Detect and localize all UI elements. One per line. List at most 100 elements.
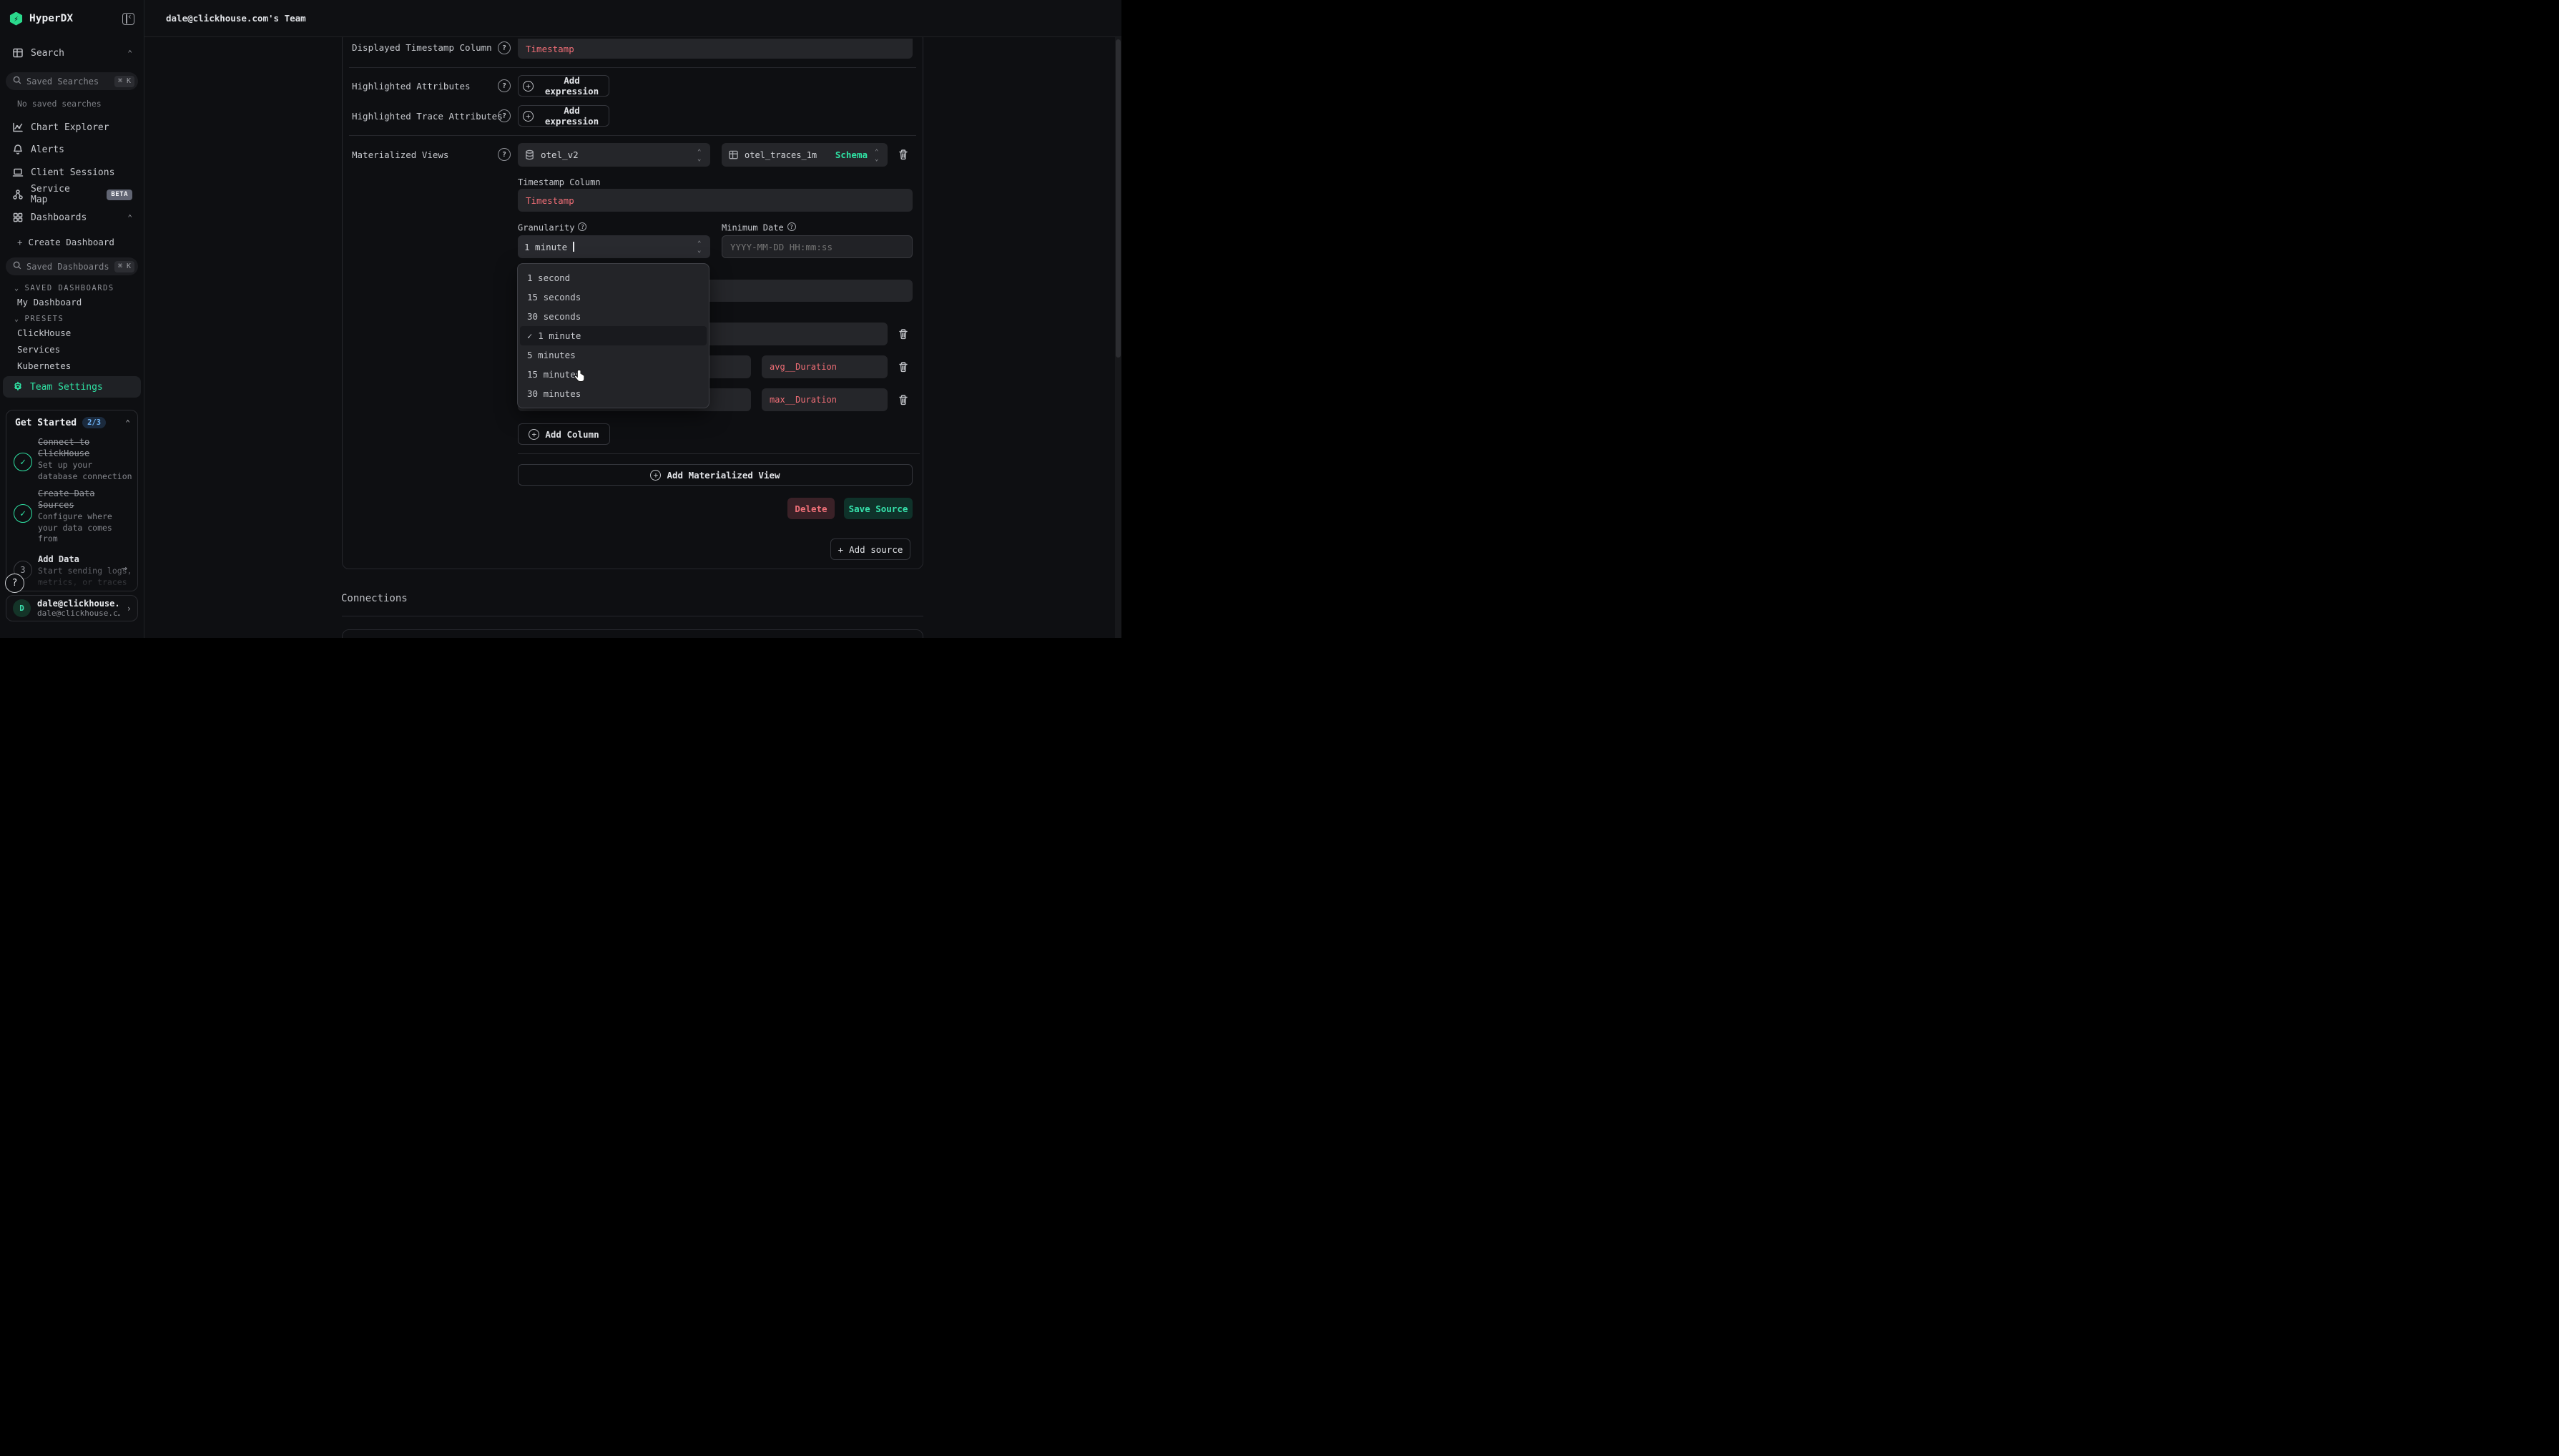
highlighted-trace-attributes-label: Highlighted Trace Attributes [352, 111, 503, 122]
saved-dashboards-input-wrap[interactable]: ⌘ K [6, 257, 138, 275]
progress-badge: 2/3 [82, 417, 106, 428]
add-materialized-view-button[interactable]: + Add Materialized View [518, 464, 913, 486]
check-circle-icon: ✓ [14, 504, 32, 523]
sidebar-collapse-icon[interactable] [122, 13, 134, 25]
dashboards-icon [11, 212, 24, 224]
add-column-button[interactable]: + Add Column [518, 423, 610, 445]
help-circle-icon[interactable]: ? [498, 148, 511, 161]
laptop-icon [11, 167, 24, 179]
scrollbar-thumb[interactable] [1116, 39, 1121, 358]
sidebar-item-clickhouse[interactable]: ClickHouse [17, 328, 71, 338]
beta-badge: BETA [107, 190, 132, 200]
presets-section-header[interactable]: ⌄ PRESETS [14, 315, 64, 323]
service-map-icon [11, 189, 24, 201]
delete-column-trash-icon[interactable] [898, 394, 909, 406]
get-started-item-sources[interactable]: ✓ Create Data Sources Configure where yo… [14, 488, 133, 545]
database-value: otel_v2 [541, 149, 579, 160]
help-circle-icon[interactable]: ? [498, 109, 511, 122]
scrollbar[interactable] [1115, 37, 1121, 638]
info-icon[interactable]: ? [578, 222, 586, 231]
sidebar-item-service-map[interactable]: Service Map BETA [0, 186, 144, 203]
sidebar-item-client-sessions[interactable]: Client Sessions [0, 164, 144, 181]
info-icon[interactable]: ? [787, 222, 796, 231]
saved-dashboards-section-header[interactable]: ⌄ SAVED DASHBOARDS [14, 284, 114, 292]
chevron-down-icon: ⌄ [14, 315, 20, 323]
table-select[interactable]: otel_traces_1m Schema [722, 143, 888, 167]
sidebar-item-search[interactable]: Search ⌃ [0, 44, 144, 62]
search-table-icon [11, 47, 24, 59]
dropdown-option[interactable]: 15 seconds [518, 287, 709, 307]
select-chevrons-icon [875, 150, 881, 160]
saved-dashboards-input[interactable] [26, 262, 109, 272]
column-alias-input[interactable]: max__Duration [762, 388, 888, 411]
select-chevrons-icon [697, 150, 704, 160]
granularity-label: Granularity? [518, 222, 586, 233]
chevron-up-icon: ⌃ [125, 418, 130, 428]
add-source-button[interactable]: + Add source [830, 538, 910, 560]
circle-plus-icon: + [529, 429, 539, 440]
shortcut-badge: ⌘ K [114, 261, 134, 272]
check-circle-icon: ✓ [14, 453, 32, 471]
get-started-header[interactable]: Get Started 2/3 ⌃ [15, 417, 130, 428]
dropdown-option[interactable]: 15 minutes [518, 365, 709, 384]
timestamp-column-label: Timestamp Column [518, 177, 601, 187]
help-button[interactable]: ? [5, 574, 24, 593]
plus-icon: + [838, 544, 844, 555]
sidebar-item-my-dashboard[interactable]: My Dashboard [17, 297, 82, 308]
create-dashboard-button[interactable]: + Create Dashboard [17, 237, 114, 247]
hyperdx-app: ⚡ HyperDX Search ⌃ ⌘ K No saved searches… [0, 0, 1121, 638]
dropdown-option[interactable]: 30 minutes [518, 384, 709, 403]
sidebar-item-label: Chart Explorer [31, 122, 109, 133]
no-saved-searches-text: No saved searches [17, 99, 102, 109]
database-select[interactable]: otel_v2 [518, 143, 710, 167]
dropdown-option-selected[interactable]: ✓ 1 minute [520, 326, 707, 345]
sidebar-item-label: Dashboards [31, 212, 87, 223]
timestamp-column-input[interactable]: Timestamp [518, 189, 913, 212]
add-expression-button[interactable]: + Add expression [518, 75, 609, 97]
minimum-date-input[interactable] [722, 235, 913, 258]
logo-row: ⚡ HyperDX [0, 0, 144, 37]
dropdown-option[interactable]: 30 seconds [518, 307, 709, 326]
get-started-title: Get Started [15, 418, 77, 428]
displayed-timestamp-label: Displayed Timestamp Column [352, 42, 492, 53]
team-settings-label: Team Settings [30, 382, 103, 393]
sidebar-item-chart-explorer[interactable]: Chart Explorer [0, 119, 144, 136]
displayed-timestamp-input[interactable]: Timestamp [518, 39, 913, 59]
saved-searches-input-wrap[interactable]: ⌘ K [6, 72, 138, 90]
sidebar-item-label: Service Map [31, 184, 89, 205]
chevron-up-icon: ⌃ [127, 213, 132, 222]
save-source-button[interactable]: Save Source [844, 498, 913, 519]
avatar: D [13, 599, 31, 617]
circle-plus-icon: + [523, 81, 534, 92]
get-started-item-connect[interactable]: ✓ Connect to ClickHouse Set up your data… [14, 436, 133, 482]
sidebar-item-kubernetes[interactable]: Kubernetes [17, 360, 71, 371]
connections-card [342, 629, 923, 638]
sidebar-item-dashboards[interactable]: Dashboards ⌃ [0, 209, 144, 226]
divider [349, 67, 916, 68]
help-circle-icon[interactable]: ? [498, 41, 511, 54]
text-caret [573, 242, 574, 252]
user-menu[interactable]: D dale@clickhouse.… dale@clickhouse.c… › [6, 595, 138, 621]
sidebar-item-alerts[interactable]: Alerts [0, 141, 144, 158]
column-alias-input[interactable]: avg__Duration [762, 355, 888, 378]
database-icon [524, 149, 535, 160]
add-expression-button[interactable]: + Add expression [518, 105, 609, 127]
divider [518, 453, 920, 454]
delete-column-trash-icon[interactable] [898, 361, 909, 373]
delete-column-trash-icon[interactable] [898, 328, 909, 340]
granularity-dropdown-menu: 1 second 15 seconds 30 seconds ✓ 1 minut… [517, 263, 709, 408]
sidebar-item-team-settings[interactable]: Team Settings [3, 376, 141, 398]
search-icon [13, 261, 21, 272]
get-started-card: Get Started 2/3 ⌃ ✓ Connect to ClickHous… [6, 410, 138, 591]
delete-button[interactable]: Delete [787, 498, 835, 519]
dropdown-option[interactable]: 1 second [518, 268, 709, 287]
dropdown-option[interactable]: 5 minutes [518, 345, 709, 365]
app-name: HyperDX [29, 13, 73, 24]
help-circle-icon[interactable]: ? [498, 79, 511, 92]
granularity-select[interactable]: 1 minute [518, 235, 710, 258]
saved-searches-input[interactable] [26, 77, 109, 87]
delete-view-trash-icon[interactable] [898, 149, 909, 161]
user-email: dale@clickhouse.c… [37, 609, 120, 618]
schema-link[interactable]: Schema [835, 149, 868, 160]
sidebar-item-services[interactable]: Services [17, 344, 60, 355]
